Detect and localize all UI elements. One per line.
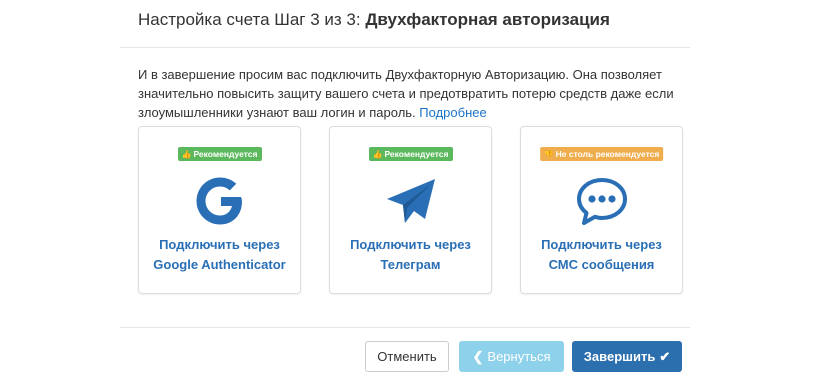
thumbs-down-icon: 👎 — [543, 150, 554, 159]
sms-option[interactable]: 👎 Не столь рекомендуется Подключить через… — [520, 126, 683, 294]
intro-paragraph: И в завершение просим вас подключить Дву… — [138, 67, 674, 120]
recommended-badge: 👍 Рекомендуется — [368, 147, 453, 161]
option-label-line2: Телеграм — [380, 257, 441, 272]
finish-button-label: Завершить — [583, 349, 656, 364]
google-authenticator-option[interactable]: 👍 Рекомендуется Подключить через Google A… — [138, 126, 301, 294]
not-recommended-badge: 👎 Не столь рекомендуется — [539, 147, 664, 161]
divider-top — [120, 47, 690, 48]
cancel-button[interactable]: Отменить — [365, 341, 449, 372]
google-icon — [196, 177, 242, 225]
recommended-badge: 👍 Рекомендуется — [177, 147, 262, 161]
badge-label: Не столь рекомендуется — [555, 149, 660, 159]
option-label-line2: СМС сообщения — [548, 257, 655, 272]
checkmark-icon: ✔ — [659, 349, 671, 364]
option-label-line2: Google Authenticator — [153, 257, 286, 272]
option-label-line1: Подключить через — [159, 237, 280, 252]
finish-button[interactable]: Завершить ✔ — [572, 341, 682, 372]
more-info-link[interactable]: Подробнее — [419, 105, 486, 120]
badge-label: Рекомендуется — [193, 149, 258, 159]
chevron-left-icon: ❮ — [472, 349, 484, 364]
sms-chat-icon — [576, 178, 627, 225]
divider-bottom — [120, 327, 690, 328]
step-title: Двухфакторная авторизация — [365, 10, 610, 29]
intro-text: И в завершение просим вас подключить Дву… — [138, 65, 683, 122]
option-label: Подключить через Google Authenticator — [139, 235, 300, 275]
setup-modal: Настройка счета Шаг 3 из 3: Двухфакторна… — [120, 0, 690, 381]
option-label: Подключить через СМС сообщения — [521, 235, 682, 275]
option-label-line1: Подключить через — [350, 237, 471, 252]
badge-label: Рекомендуется — [384, 149, 449, 159]
option-label-line1: Подключить через — [541, 237, 662, 252]
telegram-icon — [386, 179, 435, 223]
back-button[interactable]: ❮ Вернуться — [459, 341, 564, 372]
telegram-option[interactable]: 👍 Рекомендуется Подключить через Телеграм — [329, 126, 492, 294]
modal-title: Настройка счета Шаг 3 из 3: Двухфакторна… — [138, 10, 610, 30]
thumbs-up-icon: 👍 — [372, 150, 383, 159]
step-label: Настройка счета Шаг 3 из 3: — [138, 10, 361, 29]
option-label: Подключить через Телеграм — [330, 235, 491, 275]
back-button-label: Вернуться — [487, 349, 551, 364]
cancel-button-label: Отменить — [377, 349, 437, 364]
thumbs-up-icon: 👍 — [181, 150, 192, 159]
auth-options: 👍 Рекомендуется Подключить через Google A… — [138, 126, 683, 294]
